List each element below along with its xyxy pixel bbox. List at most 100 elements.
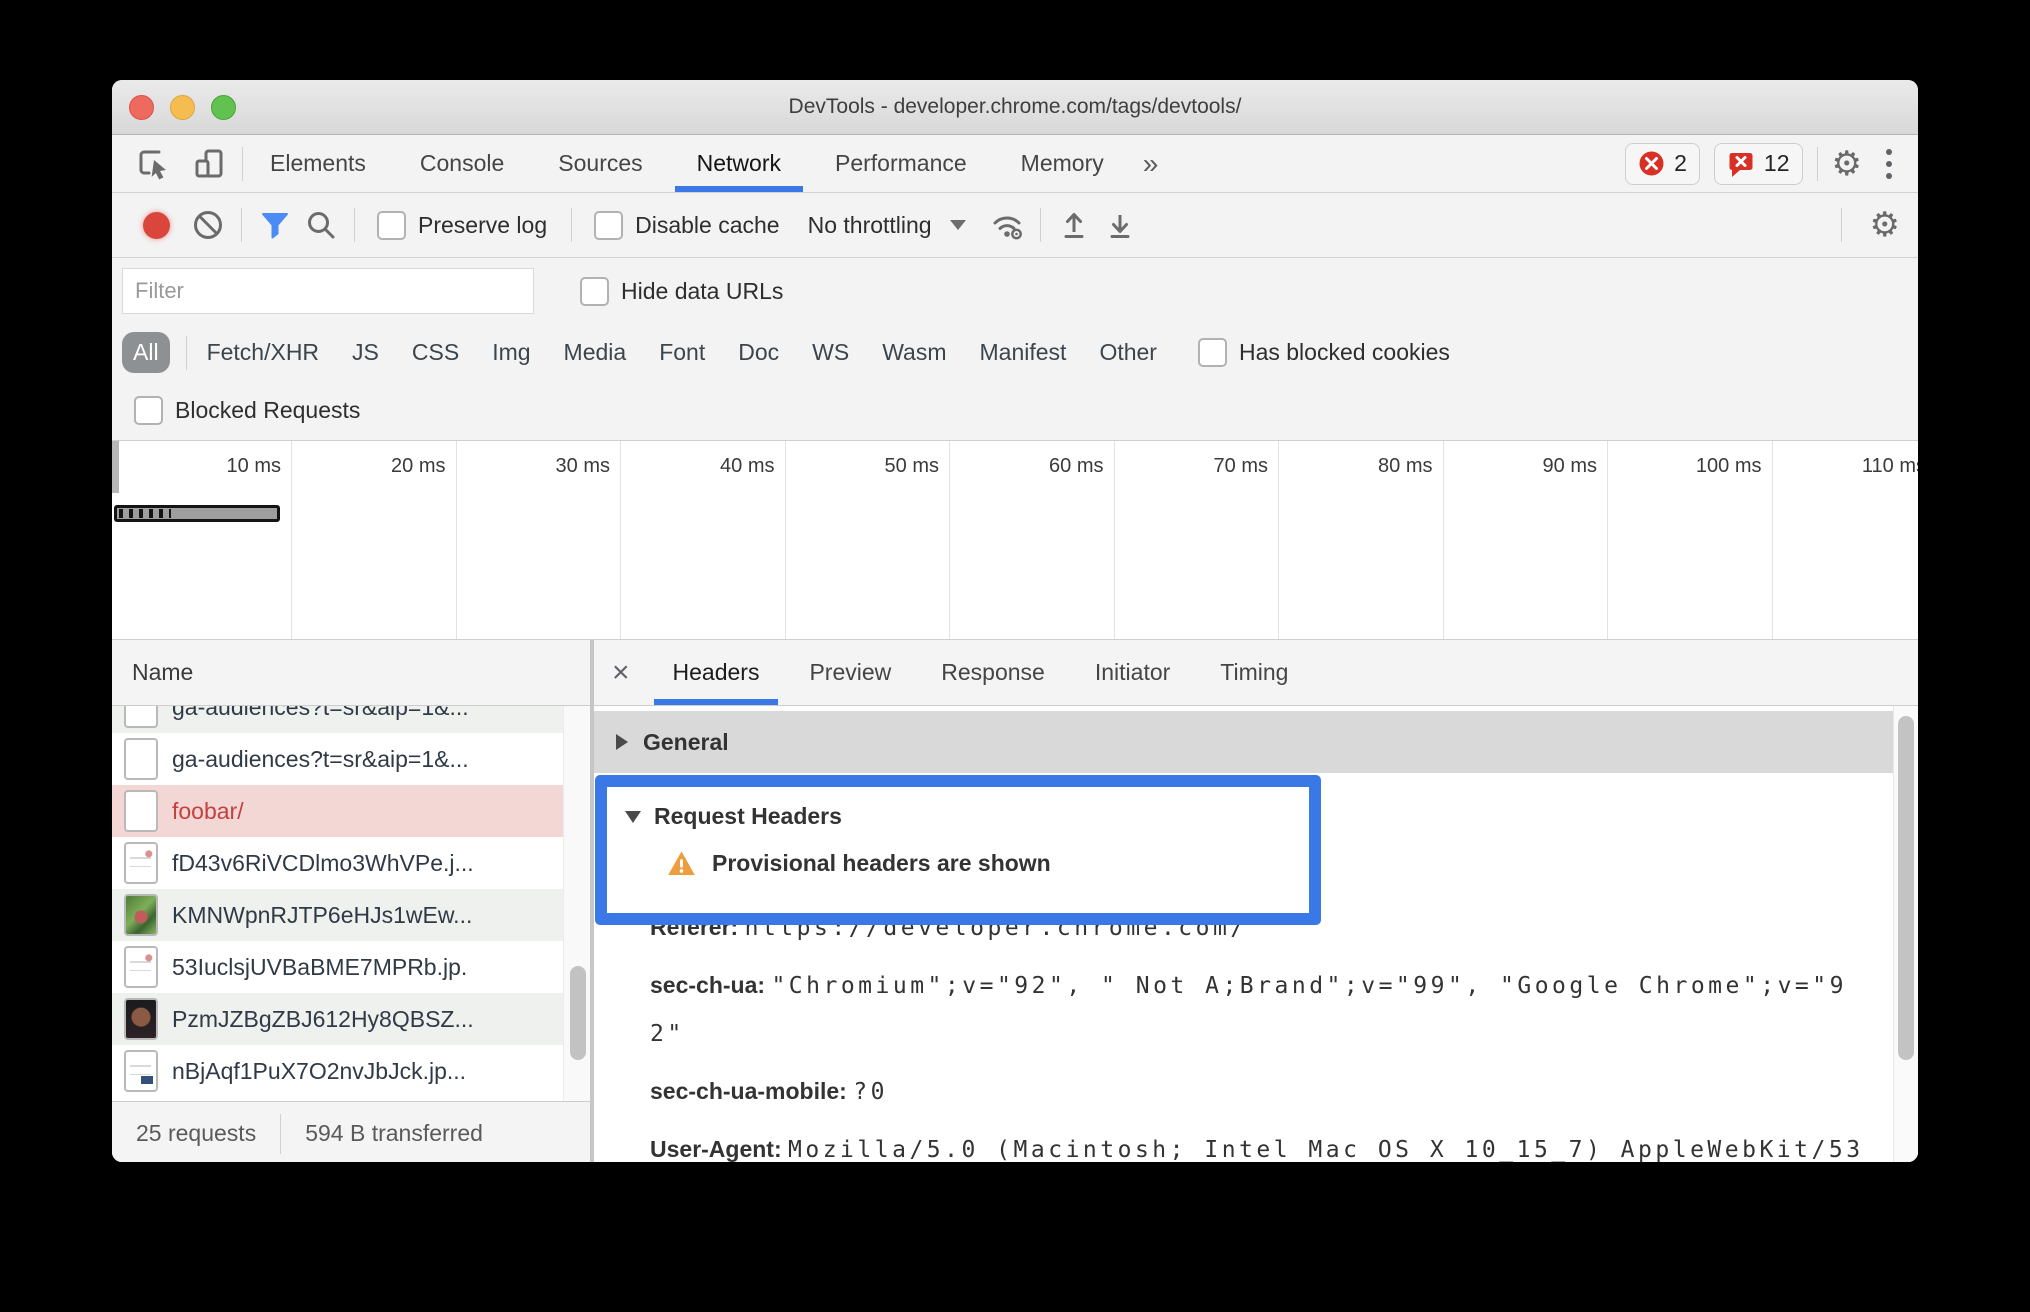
details-scrollbar-thumb[interactable] [1898, 716, 1914, 1060]
type-filter-manifest[interactable]: Manifest [980, 339, 1067, 366]
header-name: User-Agent: [650, 1136, 782, 1162]
inspect-element-button[interactable] [132, 143, 174, 185]
type-filter-doc[interactable]: Doc [738, 339, 779, 366]
tab-memory[interactable]: Memory [994, 135, 1131, 192]
request-type-icon [124, 706, 158, 728]
header-line-user-agent: User-Agent: Mozilla/5.0 (Macintosh; Inte… [650, 1126, 1860, 1162]
request-type-icon [124, 790, 158, 832]
more-options-menu[interactable] [1876, 148, 1902, 179]
type-filter-css[interactable]: CSS [412, 339, 459, 366]
annotation-callout: Request Headers Provisional headers are … [595, 775, 1321, 925]
header-value: "Chromium";v="92", " Not A;Brand";v="99"… [650, 973, 1847, 1047]
type-filter-fetch-xhr[interactable]: Fetch/XHR [207, 339, 319, 366]
export-har-button[interactable] [1097, 202, 1143, 248]
type-filter-media[interactable]: Media [564, 339, 627, 366]
network-settings-gear-icon[interactable]: ⚙ [1852, 208, 1918, 242]
timeline-tick: 70 ms [1115, 441, 1279, 639]
chevron-down-icon[interactable] [949, 220, 966, 230]
type-filter-wasm[interactable]: Wasm [882, 339, 946, 366]
request-name: nBjAqf1PuX7O2nvJbJck.jp... [172, 1057, 467, 1084]
header-value: ?0 [853, 1079, 888, 1105]
warning-triangle-icon [668, 851, 695, 875]
request-row[interactable]: PzmJZBgZBJ612Hy8QBSZ... [112, 993, 590, 1045]
minimize-window-button[interactable] [170, 95, 195, 120]
type-filter-ws[interactable]: WS [812, 339, 849, 366]
request-row-inner: fD43v6RiVCDlmo3WhVPe.j... [112, 837, 590, 889]
tab-performance[interactable]: Performance [808, 135, 994, 192]
request-count: 25 requests [136, 1120, 257, 1146]
panel-tabs: Elements Console Sources Network Performance… [243, 135, 1131, 192]
tab-console[interactable]: Console [393, 135, 531, 192]
header-value: Mozilla/5.0 (Macintosh; Intel Mac OS X 1… [788, 1137, 1860, 1162]
details-scrollbar[interactable] [1893, 706, 1918, 1162]
request-row[interactable]: foobar/ [112, 785, 590, 837]
network-toolbar: Preserve log Disable cache No throttling [112, 193, 1918, 258]
details-tab-response[interactable]: Response [916, 640, 1070, 705]
details-tab-headers[interactable]: Headers [648, 640, 785, 705]
more-tabs-button[interactable]: » [1131, 148, 1171, 180]
timeline-tick: 110 ms [1773, 441, 1918, 639]
close-details-button[interactable]: × [594, 640, 648, 705]
blocked-requests-checkbox[interactable] [134, 396, 163, 425]
details-tab-initiator[interactable]: Initiator [1070, 640, 1195, 705]
error-icon [1639, 151, 1664, 176]
type-filter-js[interactable]: JS [352, 339, 379, 366]
network-overview-timeline[interactable]: 10 ms 20 ms 30 ms 40 ms 50 ms 60 ms 70 ms 80 ms… [112, 440, 1918, 640]
request-row[interactable]: ga-audiences?t=sr&aip=1&... [112, 706, 590, 733]
request-name: KMNWpnRJTP6eHJs1wEw... [172, 901, 473, 928]
collapsed-disclosure-icon [616, 734, 628, 750]
divider [571, 208, 573, 242]
issues-badge[interactable]: 12 [1713, 142, 1803, 185]
network-main-area: Name ga-audiences?t=sr&aip=1&... ga-audie… [112, 640, 1918, 1162]
record-button[interactable] [143, 211, 170, 239]
header-line-sec-ch-ua-mobile: sec-ch-ua-mobile: ?0 [650, 1068, 1860, 1116]
request-row[interactable]: fD43v6RiVCDlmo3WhVPe.j... [112, 837, 590, 889]
request-type-icon [124, 998, 158, 1040]
type-filter-all[interactable]: All [122, 332, 170, 373]
device-toolbar-button[interactable] [188, 143, 230, 185]
details-tab-preview[interactable]: Preview [784, 640, 916, 705]
resource-type-filter-row: All Fetch/XHR JS CSS Img Media Font Doc WS Wasm Ma… [112, 324, 1918, 381]
zoom-window-button[interactable] [211, 95, 236, 120]
name-column-header[interactable]: Name [112, 640, 590, 706]
details-tab-timing[interactable]: Timing [1195, 640, 1313, 705]
hide-data-urls-checkbox[interactable] [580, 276, 609, 306]
request-name: ga-audiences?t=sr&aip=1&... [172, 745, 469, 772]
request-row[interactable]: ga-audiences?t=sr&aip=1&... [112, 733, 590, 785]
disable-cache-checkbox[interactable] [594, 210, 624, 240]
header-name: sec-ch-ua: [650, 972, 766, 998]
settings-gear-icon[interactable]: ⚙ [1832, 147, 1862, 181]
import-har-button[interactable] [1051, 202, 1097, 248]
divider [1039, 208, 1041, 242]
tab-elements[interactable]: Elements [243, 135, 393, 192]
type-filter-img[interactable]: Img [492, 339, 530, 366]
request-row[interactable]: KMNWpnRJTP6eHJs1wEw... [112, 889, 590, 941]
request-row-inner: ga-audiences?t=sr&aip=1&... [112, 733, 590, 785]
filter-input[interactable] [122, 268, 534, 314]
type-filter-other[interactable]: Other [1099, 339, 1157, 366]
requests-scrollbar-thumb[interactable] [570, 966, 586, 1060]
general-section-header[interactable]: General [594, 711, 1894, 773]
requests-scrollbar[interactable] [563, 706, 590, 1101]
throttling-select[interactable]: No throttling [808, 212, 932, 239]
request-headers-section-header[interactable]: Request Headers [625, 803, 1309, 830]
network-conditions-button[interactable] [984, 202, 1030, 248]
close-window-button[interactable] [129, 95, 154, 120]
filter-toggle-button[interactable] [252, 202, 298, 248]
tab-network[interactable]: Network [670, 135, 808, 192]
header-name: sec-ch-ua-mobile: [650, 1078, 847, 1104]
request-details-panel: × Headers Preview Response Initiator Timing … [594, 640, 1918, 1162]
clear-button[interactable] [185, 202, 231, 248]
network-conditions-icon [993, 216, 1022, 240]
network-status-bar: 25 requests 594 B transferred [112, 1101, 590, 1162]
request-row[interactable]: 53IuclsjUVBaBME7MPRb.jp. [112, 941, 590, 993]
request-row[interactable]: nBjAqf1PuX7O2nvJbJck.jp... [112, 1045, 590, 1097]
type-filter-font[interactable]: Font [659, 339, 705, 366]
has-blocked-cookies-checkbox[interactable] [1197, 338, 1227, 367]
tab-sources[interactable]: Sources [531, 135, 669, 192]
search-button[interactable] [298, 202, 344, 248]
preserve-log-checkbox[interactable] [377, 210, 406, 240]
request-row-inner: KMNWpnRJTP6eHJs1wEw... [112, 889, 590, 941]
console-errors-badge[interactable]: 2 [1625, 142, 1700, 185]
main-tab-bar: Elements Console Sources Network Performance… [112, 135, 1918, 193]
